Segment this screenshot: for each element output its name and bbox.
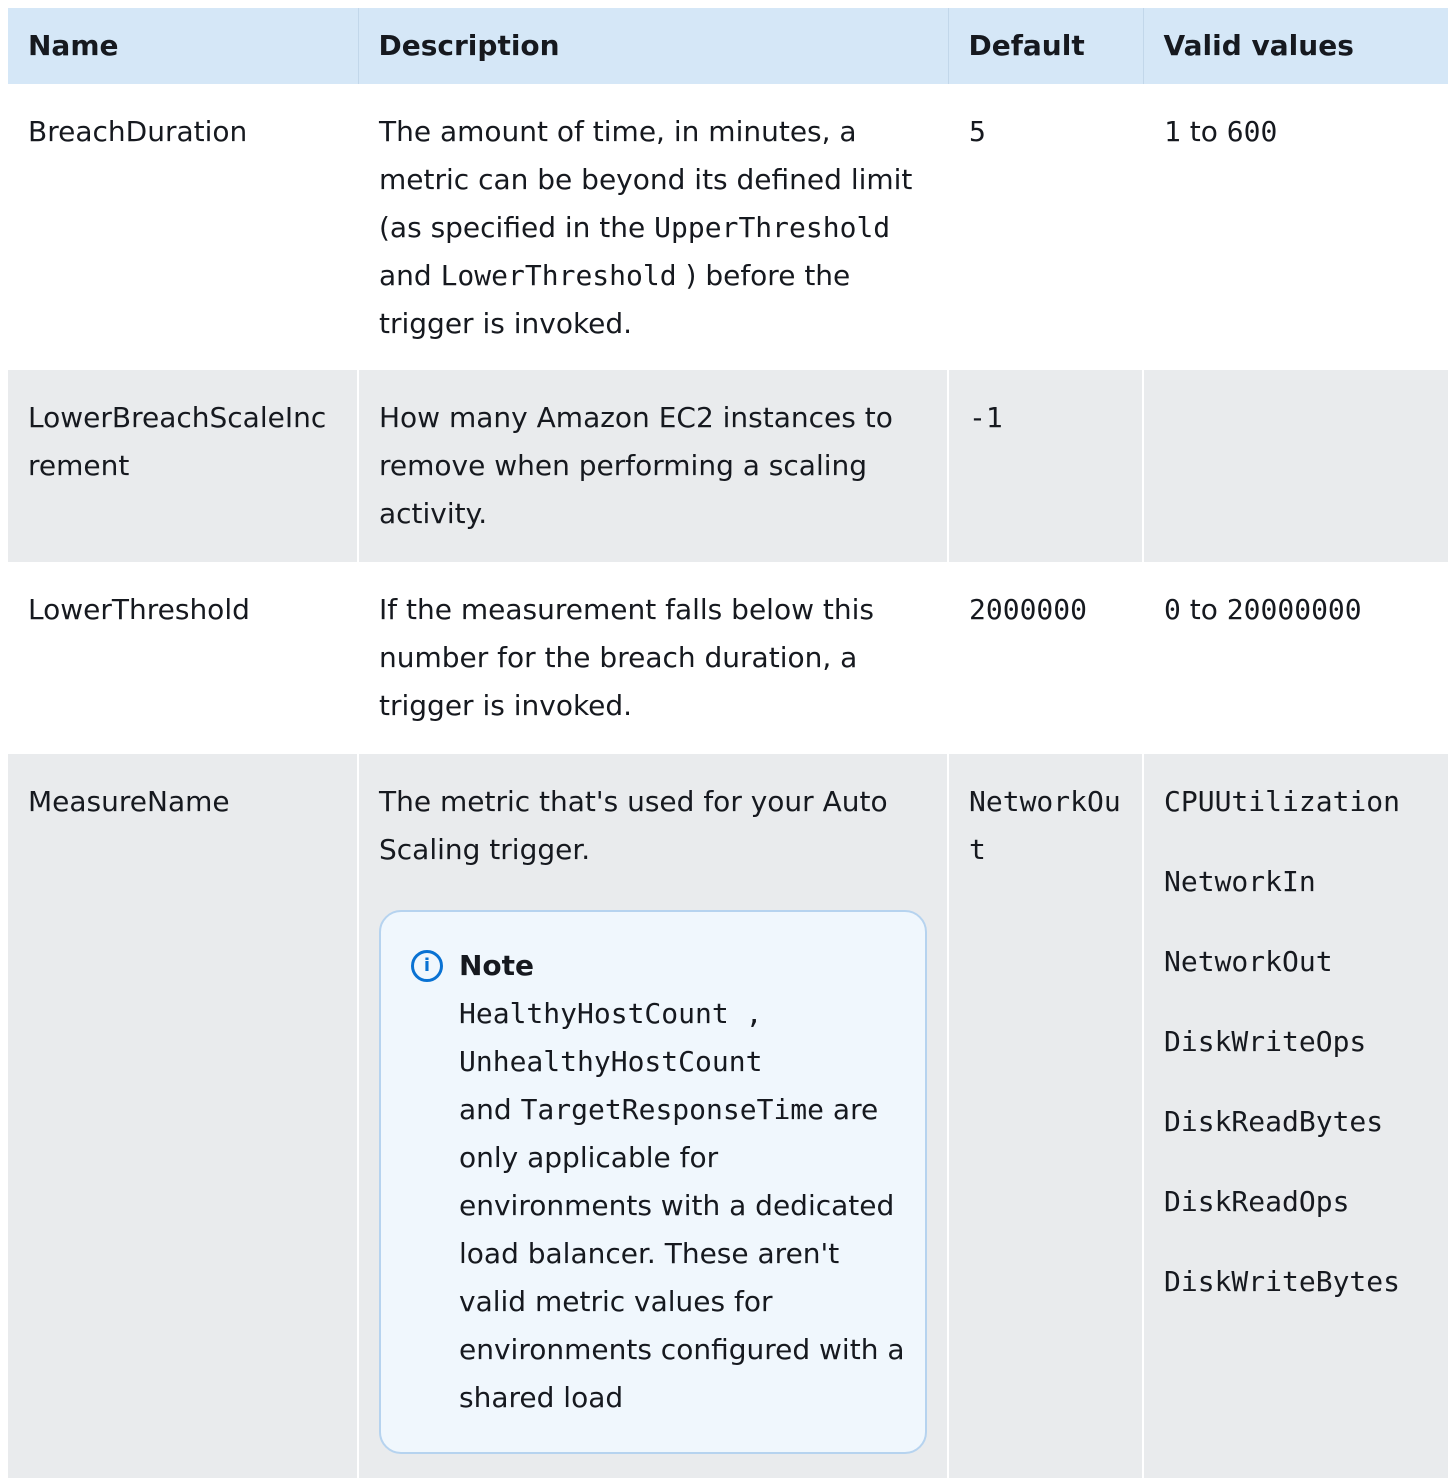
- note-text: are only applicable for environments wit…: [459, 1093, 905, 1414]
- option-valid-values: CPUUtilization NetworkIn NetworkOut Disk…: [1142, 754, 1448, 1478]
- list-item: NetworkOut: [1164, 945, 1333, 978]
- option-name: BreachDuration: [28, 115, 248, 148]
- description-text: The metric that's used for your Auto Sca…: [379, 785, 888, 866]
- option-description: The amount of time, in minutes, a metric…: [357, 84, 948, 370]
- range-max: 600: [1226, 115, 1278, 148]
- header-description: Description: [357, 8, 948, 84]
- table-header-row: Name Description Default Valid values: [8, 8, 1448, 84]
- inline-code: UnhealthyHostCount: [459, 1045, 763, 1078]
- table-row: LowerBreachScaleIncrement How many Amazo…: [8, 370, 1448, 562]
- option-name: MeasureName: [8, 754, 358, 1478]
- option-default: -1: [947, 370, 1143, 562]
- range-max: 20000000: [1226, 593, 1362, 626]
- list-item: DiskReadBytes: [1164, 1105, 1384, 1138]
- option-valid-values: 0 to 20000000: [1142, 562, 1448, 754]
- option-valid-values: [1142, 370, 1448, 562]
- option-default: NetworkOut: [947, 754, 1143, 1478]
- header-valid-values: Valid values: [1142, 8, 1448, 84]
- option-description: If the measurement falls below this numb…: [357, 562, 948, 754]
- table-row: BreachDuration The amount of time, in mi…: [8, 84, 1448, 370]
- option-name: LowerBreachScaleIncrement: [8, 370, 358, 562]
- info-icon: i: [411, 950, 443, 982]
- list-item: DiskWriteOps: [1164, 1025, 1367, 1058]
- option-name: LowerThreshold: [28, 593, 250, 626]
- inline-code: HealthyHostCount: [459, 997, 729, 1030]
- note-box: i Note HealthyHostCount , UnhealthyHostC…: [379, 910, 927, 1454]
- header-name: Name: [8, 8, 358, 84]
- option-description: The metric that's used for your Auto Sca…: [357, 754, 948, 1478]
- list-item: DiskReadOps: [1164, 1185, 1350, 1218]
- inline-code: UpperThreshold: [654, 211, 891, 244]
- table-row: MeasureName The metric that's used for y…: [8, 754, 1448, 1478]
- range-to: to: [1189, 115, 1218, 148]
- note-title: Note: [459, 949, 535, 982]
- range-min: 0: [1164, 593, 1181, 626]
- header-default: Default: [947, 8, 1143, 84]
- list-item: NetworkIn: [1164, 865, 1316, 898]
- table-row: LowerThreshold If the measurement falls …: [8, 562, 1448, 754]
- note-separator: ,: [728, 997, 763, 1030]
- inline-code: TargetResponseTime: [520, 1093, 825, 1126]
- options-table: Name Description Default Valid values Br…: [8, 8, 1448, 1478]
- range-min: 1: [1164, 115, 1181, 148]
- valid-values-list: CPUUtilization NetworkIn NetworkOut Disk…: [1164, 778, 1428, 1306]
- note-and: and: [459, 1093, 521, 1126]
- option-default: 2000000: [947, 562, 1143, 754]
- option-description: How many Amazon EC2 instances to remove …: [357, 370, 948, 562]
- list-item: CPUUtilization: [1164, 785, 1401, 818]
- list-item: DiskWriteBytes: [1164, 1265, 1401, 1298]
- option-default: 5: [947, 84, 1143, 370]
- inline-code: LowerThreshold: [440, 259, 677, 292]
- option-valid-values: 1 to 600: [1142, 84, 1448, 370]
- description-text: and: [379, 259, 441, 292]
- range-to: to: [1189, 593, 1218, 626]
- note-header: i Note: [411, 942, 905, 990]
- note-body: HealthyHostCount , UnhealthyHostCount an…: [411, 990, 905, 1422]
